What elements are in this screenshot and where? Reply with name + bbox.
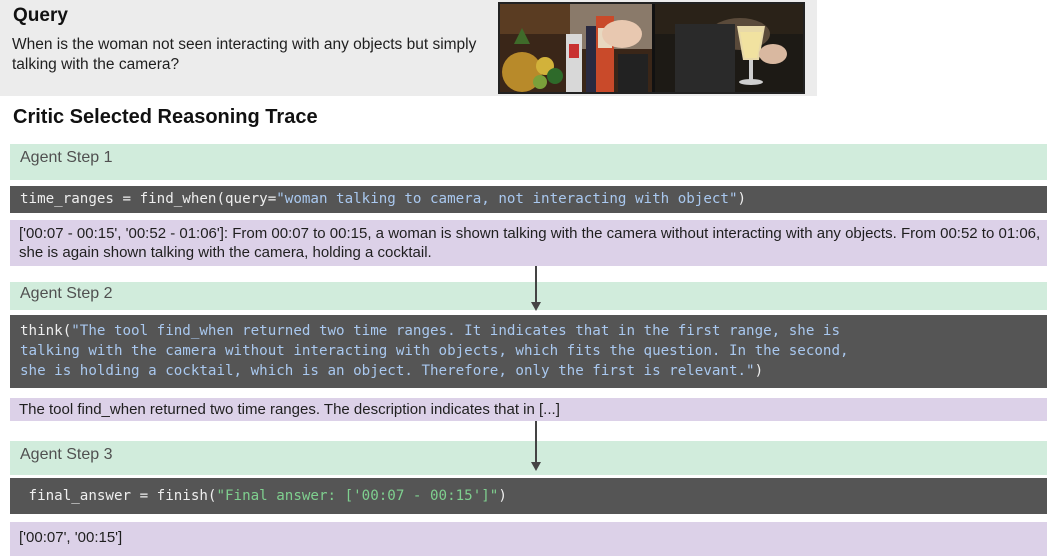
agent-step-2-output-text: The tool find_when returned two time ran… xyxy=(19,401,560,418)
agent-step-1-code: time_ranges = find_when(query="woman tal… xyxy=(10,186,1047,213)
code-string: "Final answer: ['00:07 - 00:15']" xyxy=(216,488,499,504)
agent-step-1-output: ['00:07 - 00:15', '00:52 - 01:06']: From… xyxy=(10,220,1047,266)
query-panel: Query When is the woman not seen interac… xyxy=(0,0,817,96)
agent-step-2-band: Agent Step 2 xyxy=(10,282,1047,310)
agent-step-3-label: Agent Step 3 xyxy=(20,446,113,463)
trace-title: Critic Selected Reasoning Trace xyxy=(13,106,318,128)
agent-step-2-label: Agent Step 2 xyxy=(20,285,113,302)
video-thumbnails xyxy=(498,2,805,94)
code-close: ) xyxy=(737,191,747,207)
video-frame-cocktail xyxy=(655,4,803,92)
arrow-head-step-2-to-3 xyxy=(531,462,541,471)
code-string-line-3: she is holding a cocktail, which is an o… xyxy=(20,363,755,379)
code-call: final_answer = finish( xyxy=(20,488,217,504)
video-frame-bottles xyxy=(500,4,652,92)
agent-step-3-code: final_answer = finish("Final answer: ['0… xyxy=(10,478,1047,514)
code-string: "woman talking to camera, not interactin… xyxy=(276,191,738,207)
query-title: Query xyxy=(13,5,68,26)
agent-step-1-label: Agent Step 1 xyxy=(20,149,113,166)
query-text: When is the woman not seen interacting w… xyxy=(12,36,477,73)
code-close: ) xyxy=(498,488,507,504)
agent-step-2-code: think("The tool find_when returned two t… xyxy=(10,315,1047,388)
arrow-head-step-1-to-2 xyxy=(531,302,541,311)
agent-step-3-output: ['00:07', '00:15'] xyxy=(10,522,1047,556)
agent-step-3-band: Agent Step 3 xyxy=(10,441,1047,475)
code-call: time_ranges = find_when(query= xyxy=(20,191,277,207)
agent-step-3-output-text: ['00:07', '00:15'] xyxy=(19,529,123,546)
agent-step-1-band: Agent Step 1 xyxy=(10,144,1047,180)
code-call: think( xyxy=(20,323,72,339)
agent-step-2-output: The tool find_when returned two time ran… xyxy=(10,398,1047,421)
code-string-line-2: talking with the camera without interact… xyxy=(20,343,849,359)
code-close: ) xyxy=(754,363,764,379)
arrow-step-1-to-2 xyxy=(535,266,537,304)
agent-step-1-output-text: ['00:07 - 00:15', '00:52 - 01:06']: From… xyxy=(19,225,1041,261)
code-string-line-1: "The tool find_when returned two time ra… xyxy=(71,323,840,339)
arrow-step-2-to-3 xyxy=(535,421,537,464)
